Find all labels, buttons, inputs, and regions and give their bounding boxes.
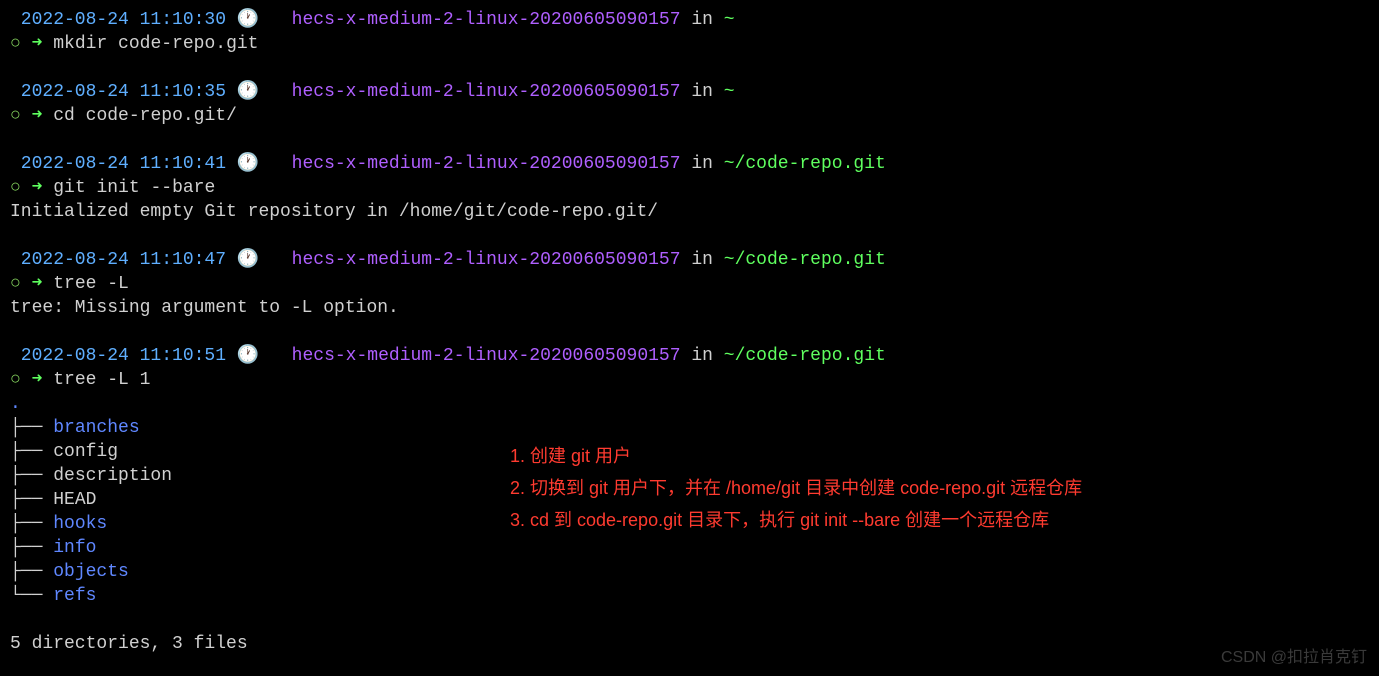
command-text[interactable]: tree -L [53, 274, 129, 294]
annotation-line-2: 2. 切换到 git 用户下，并在 /home/git 目录中创建 code-r… [510, 472, 1082, 504]
tree-item-name: description [53, 466, 172, 486]
tree-root: . [10, 392, 1369, 416]
timestamp: 2022-08-24 11:10:30 [10, 10, 237, 30]
timestamp: 2022-08-24 11:10:35 [10, 82, 237, 102]
prompt-marker-icon: ○ [10, 178, 32, 198]
timestamp: 2022-08-24 11:10:41 [10, 154, 237, 174]
tree-branch-icon: ├── [10, 442, 53, 462]
tree-root-dot: . [10, 394, 21, 414]
in-label: in [681, 10, 724, 30]
path: ~ [724, 82, 735, 102]
prompt-marker-icon: ○ [10, 274, 32, 294]
clock-icon: 🕐 [237, 248, 259, 272]
prompt-marker-icon: ○ [10, 370, 32, 390]
tree-item-name: refs [53, 586, 96, 606]
output-line: Initialized empty Git repository in /hom… [10, 200, 1369, 224]
command-line: ○ ➜ git init --bare [10, 176, 1369, 200]
tree-item-name: hooks [53, 514, 107, 534]
prompt-marker-icon: ○ [10, 34, 32, 54]
in-label: in [681, 250, 724, 270]
prompt-arrow-icon: ➜ [32, 370, 54, 390]
timestamp: 2022-08-24 11:10:47 [10, 250, 237, 270]
prompt-marker-icon: ○ [10, 106, 32, 126]
clock-icon: 🕐 [237, 80, 259, 104]
terminal-output: 2022-08-24 11:10:30 🕐 hecs-x-medium-2-li… [10, 8, 1369, 656]
in-label: in [681, 346, 724, 366]
hostname: hecs-x-medium-2-linux-20200605090157 [292, 10, 681, 30]
output-line: tree: Missing argument to -L option. [10, 296, 1369, 320]
tree-item-name: branches [53, 418, 139, 438]
tree-item-name: info [53, 538, 96, 558]
command-text[interactable]: mkdir code-repo.git [53, 34, 258, 54]
clock-icon: 🕐 [237, 152, 259, 176]
tree-branch-icon: ├── [10, 466, 53, 486]
prompt-arrow-icon: ➜ [32, 34, 54, 54]
command-line: ○ ➜ cd code-repo.git/ [10, 104, 1369, 128]
in-label: in [681, 154, 724, 174]
prompt-arrow-icon: ➜ [32, 178, 54, 198]
tree-item: └── refs [10, 584, 1369, 608]
path: ~/code-repo.git [724, 250, 886, 270]
tree-branch-icon: ├── [10, 562, 53, 582]
tree-item-name: HEAD [53, 490, 96, 510]
hostname: hecs-x-medium-2-linux-20200605090157 [292, 154, 681, 174]
tree-item: ├── branches [10, 416, 1369, 440]
tree-branch-icon: ├── [10, 514, 53, 534]
tree-item: ├── objects [10, 560, 1369, 584]
timestamp: 2022-08-24 11:10:51 [10, 346, 237, 366]
command-line: ○ ➜ tree -L [10, 272, 1369, 296]
tree-branch-icon: └── [10, 586, 53, 606]
path: ~/code-repo.git [724, 154, 886, 174]
tree-summary: 5 directories, 3 files [10, 632, 1369, 656]
prompt-header: 2022-08-24 11:10:47 🕐 hecs-x-medium-2-li… [10, 248, 1369, 272]
prompt-header: 2022-08-24 11:10:51 🕐 hecs-x-medium-2-li… [10, 344, 1369, 368]
tree-branch-icon: ├── [10, 490, 53, 510]
hostname: hecs-x-medium-2-linux-20200605090157 [292, 250, 681, 270]
tree-item-name: config [53, 442, 118, 462]
annotation-line-3: 3. cd 到 code-repo.git 目录下，执行 git init --… [510, 504, 1082, 536]
command-text[interactable]: tree -L 1 [53, 370, 150, 390]
clock-icon: 🕐 [237, 8, 259, 32]
annotation-overlay: 1. 创建 git 用户 2. 切换到 git 用户下，并在 /home/git… [510, 440, 1082, 536]
prompt-arrow-icon: ➜ [32, 274, 54, 294]
command-line: ○ ➜ tree -L 1 [10, 368, 1369, 392]
command-line: ○ ➜ mkdir code-repo.git [10, 32, 1369, 56]
tree-branch-icon: ├── [10, 418, 53, 438]
prompt-header: 2022-08-24 11:10:35 🕐 hecs-x-medium-2-li… [10, 80, 1369, 104]
tree-item-name: objects [53, 562, 129, 582]
tree-branch-icon: ├── [10, 538, 53, 558]
prompt-arrow-icon: ➜ [32, 106, 54, 126]
hostname: hecs-x-medium-2-linux-20200605090157 [292, 82, 681, 102]
clock-icon: 🕐 [237, 344, 259, 368]
in-label: in [681, 82, 724, 102]
command-text[interactable]: cd code-repo.git/ [53, 106, 237, 126]
prompt-header: 2022-08-24 11:10:41 🕐 hecs-x-medium-2-li… [10, 152, 1369, 176]
tree-item: ├── info [10, 536, 1369, 560]
path: ~/code-repo.git [724, 346, 886, 366]
hostname: hecs-x-medium-2-linux-20200605090157 [292, 346, 681, 366]
prompt-header: 2022-08-24 11:10:30 🕐 hecs-x-medium-2-li… [10, 8, 1369, 32]
annotation-line-1: 1. 创建 git 用户 [510, 440, 1082, 472]
path: ~ [724, 10, 735, 30]
watermark: CSDN @扣拉肖克钉 [1221, 646, 1367, 670]
command-text[interactable]: git init --bare [53, 178, 215, 198]
